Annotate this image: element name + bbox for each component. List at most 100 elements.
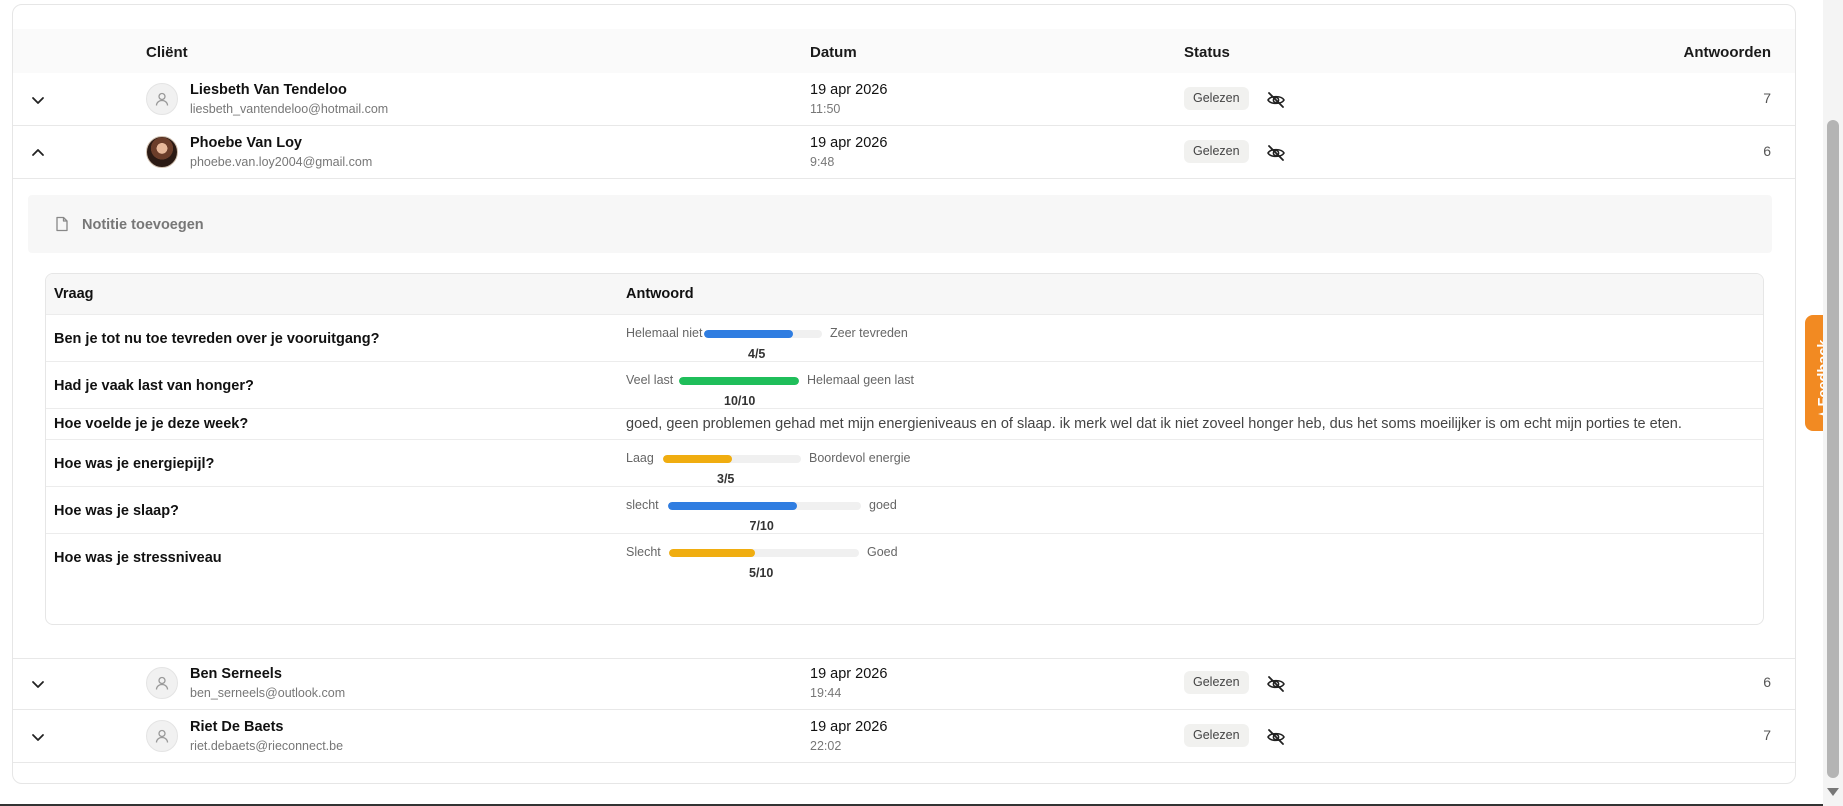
client-email: ben_serneels@outlook.com [190, 686, 346, 700]
scale-low-label: Slecht [626, 545, 661, 559]
header-status[interactable]: Status [1184, 44, 1230, 61]
rating-score: 3/5 [717, 472, 735, 486]
responses-table-card: Cliënt Datum Status Antwoorden Liesbeth … [12, 4, 1796, 784]
header-answers[interactable]: Antwoorden [1684, 44, 1772, 61]
header-date[interactable]: Datum [810, 44, 857, 61]
status-badge: Gelezen [1184, 724, 1249, 747]
chevron-down-icon [32, 734, 44, 741]
response-time: 11:50 [810, 102, 841, 116]
avatar [146, 83, 178, 115]
header-answer: Antwoord [626, 286, 694, 302]
user-icon [155, 729, 169, 743]
rating-score: 7/10 [749, 519, 774, 533]
response-date: 19 apr 2026 [810, 666, 888, 682]
response-date: 19 apr 2026 [810, 719, 888, 735]
response-time: 22:02 [810, 739, 842, 753]
rating-score: 4/5 [748, 347, 766, 361]
mark-unread-button[interactable] [1266, 674, 1286, 694]
rating-fill [679, 377, 799, 385]
answers-count: 7 [1763, 727, 1771, 743]
question-row: Hoe voelde je je deze week? goed, geen pr… [46, 408, 1763, 439]
chevron-down-icon [32, 97, 44, 104]
client-email: riet.debaets@rieconnect.be [190, 739, 344, 753]
user-icon [155, 92, 169, 106]
rating-track [668, 502, 861, 510]
question-row: Hoe was je stressniveau Slecht Goed 5/10 [46, 533, 1763, 580]
scrollbar[interactable] [1823, 0, 1843, 806]
scroll-down-arrow-icon[interactable] [1827, 788, 1839, 796]
rating-track [704, 330, 822, 338]
scale-high-label: Boordevol energie [809, 451, 911, 465]
client-email: liesbeth_vantendeloo@hotmail.com [190, 102, 389, 116]
rating-fill [669, 549, 755, 557]
add-note-label: Notitie toevoegen [82, 217, 204, 233]
rating-track [669, 549, 859, 557]
rating-track [663, 455, 801, 463]
rating-score: 10/10 [724, 394, 756, 408]
scrollbar-thumb[interactable] [1827, 120, 1839, 778]
table-row[interactable]: Phoebe Van Loy phoebe.van.loy2004@gmail.c… [13, 126, 1795, 179]
page: Cliënt Datum Status Antwoorden Liesbeth … [0, 0, 1843, 806]
rating-track [679, 377, 799, 385]
scale-high-label: goed [869, 498, 897, 512]
avatar [146, 136, 178, 168]
response-date: 19 apr 2026 [810, 135, 888, 151]
text-answer: goed, geen problemen gehad met mijn ener… [626, 416, 1682, 432]
question-text: Hoe was je energiepijl? [54, 456, 215, 472]
question-row: Had je vaak last van honger? Veel last Hel… [46, 361, 1763, 408]
scale-low-label: Veel last [626, 373, 674, 387]
user-icon [155, 676, 169, 690]
question-text: Hoe was je stressniveau [54, 550, 222, 566]
client-name[interactable]: Ben Serneels [190, 666, 282, 682]
client-name[interactable]: Riet De Baets [190, 719, 283, 735]
avatar [146, 667, 178, 699]
scale-low-label: Helemaal niet [626, 326, 703, 340]
table-row[interactable]: Ben Serneels ben_serneels@outlook.com 19 a… [13, 657, 1795, 710]
scale-high-label: Helemaal geen last [807, 373, 915, 387]
rating-fill [663, 455, 732, 463]
question-text: Hoe was je slaap? [54, 503, 179, 519]
add-note-button[interactable]: Notitie toevoegen [28, 195, 1772, 253]
rating-score: 5/10 [749, 566, 774, 580]
question-text: Ben je tot nu toe tevreden over je vooru… [54, 331, 380, 347]
rating-fill [668, 502, 798, 510]
header-question: Vraag [54, 286, 94, 302]
collapse-button[interactable] [27, 142, 49, 164]
answers-count: 6 [1763, 674, 1771, 690]
mark-unread-button[interactable] [1266, 727, 1286, 747]
eye-off-icon [1267, 676, 1285, 692]
question-row: Ben je tot nu toe tevreden over je vooru… [46, 314, 1763, 361]
table-row[interactable]: Riet De Baets riet.debaets@rieconnect.be 1… [13, 710, 1795, 763]
question-text: Had je vaak last van honger? [54, 378, 254, 394]
mark-unread-button[interactable] [1266, 143, 1286, 163]
expand-button[interactable] [27, 89, 49, 111]
question-text: Hoe voelde je je deze week? [54, 416, 249, 432]
client-name[interactable]: Phoebe Van Loy [190, 135, 302, 151]
table-row[interactable]: Liesbeth Van Tendeloo liesbeth_vantendelo… [13, 73, 1795, 126]
rating-fill [704, 330, 793, 338]
client-email: phoebe.van.loy2004@gmail.com [190, 155, 373, 169]
header-client[interactable]: Cliënt [146, 44, 188, 61]
question-row: Hoe was je energiepijl? Laag Boordevol ene… [46, 439, 1763, 486]
expanded-detail: Notitie toevoegen Vraag Antwoord Ben je … [13, 179, 1795, 659]
scale-low-label: slecht [626, 498, 659, 512]
table-header: Cliënt Datum Status Antwoorden [13, 29, 1795, 74]
scale-high-label: Goed [867, 545, 898, 559]
scale-low-label: Laag [626, 451, 654, 465]
answers-count: 6 [1763, 143, 1771, 159]
scale-high-label: Zeer tevreden [830, 326, 908, 340]
answers-table: Vraag Antwoord Ben je tot nu toe tevrede… [45, 273, 1764, 625]
client-name[interactable]: Liesbeth Van Tendeloo [190, 82, 347, 98]
document-icon [56, 216, 68, 232]
eye-off-icon [1267, 729, 1285, 745]
expand-button[interactable] [27, 673, 49, 695]
response-time: 19:44 [810, 686, 842, 700]
chevron-up-icon [32, 149, 44, 156]
expand-button[interactable] [27, 726, 49, 748]
status-badge: Gelezen [1184, 87, 1249, 110]
mark-unread-button[interactable] [1266, 90, 1286, 110]
chevron-down-icon [32, 681, 44, 688]
response-date: 19 apr 2026 [810, 82, 888, 98]
eye-off-icon [1267, 145, 1285, 161]
status-badge: Gelezen [1184, 140, 1249, 163]
